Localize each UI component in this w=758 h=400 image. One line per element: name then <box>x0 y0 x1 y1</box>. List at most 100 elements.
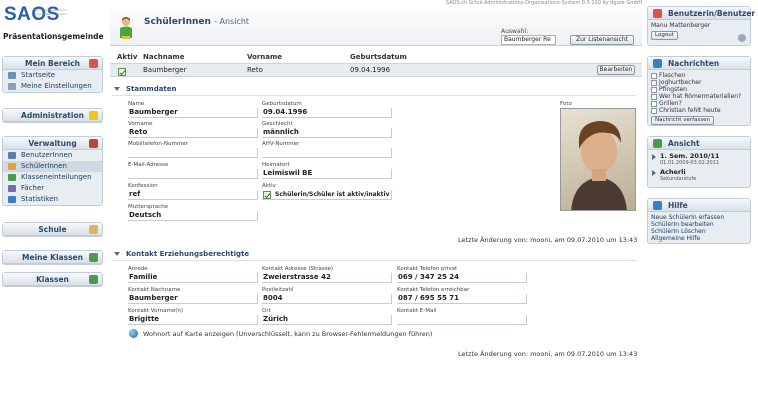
logout-button[interactable]: Logout <box>651 31 678 40</box>
field-mobil: Mobiltelefon-Nummer <box>128 141 258 158</box>
settings-icon <box>8 83 16 90</box>
nachrichten-header: Nachrichten <box>648 57 750 70</box>
field-aktiv: Aktiv Schülerin/Schüler ist aktiv/inakti… <box>262 183 392 200</box>
main-content: SAOS.ch Schul-Administrations-Organisati… <box>110 0 642 400</box>
user-box: Benutzerin/Benutzer Manu Mattenberger Lo… <box>647 6 755 46</box>
page-title-main: SchülerInnen <box>144 17 211 27</box>
nav-mein-bereich: Mein Bereich Startseite Meine Einstellun… <box>2 56 103 93</box>
nav-item-klasseneinteilungen[interactable]: Klasseneinteilungen <box>3 172 102 183</box>
nav-item-faecher[interactable]: Fächer <box>3 183 102 194</box>
message-item[interactable]: Joghurtbecher <box>648 79 750 86</box>
nav-item-meine-einstellungen[interactable]: Meine Einstellungen <box>3 81 102 92</box>
field-value <box>128 148 258 158</box>
school-icon <box>89 225 98 234</box>
message-item[interactable]: Flaschen <box>648 72 750 79</box>
help-link[interactable]: SchülerIn bearbeiten <box>648 221 750 228</box>
field-value: ref <box>128 190 258 200</box>
nav-item-label: Meine Einstellungen <box>21 82 92 90</box>
nav-item-label: Klasseneinteilungen <box>21 173 92 181</box>
field-value: Brigitte <box>128 315 258 325</box>
nav-item-benutzerinnen[interactable]: BenutzerInnen <box>3 150 102 161</box>
message-item[interactable]: Pfingsten <box>648 86 750 93</box>
help-link[interactable]: SchülerIn Löschen <box>648 228 750 235</box>
students-icon <box>8 163 16 170</box>
field-anrede: Anrede Familie <box>128 266 258 283</box>
user-box-header: Benutzerin/Benutzer <box>648 7 755 20</box>
cell-vorname: Reto <box>247 66 263 74</box>
listen-button[interactable]: Zur Listenansicht <box>570 35 634 45</box>
field-value: Baumberger <box>128 294 258 304</box>
semester-select[interactable]: 1. Sem. 2010/11 01.01.2009-03.02.2011 <box>648 150 750 166</box>
field-value: 069 / 347 25 24 <box>397 273 527 283</box>
field-label: Kontakt Telefon privat <box>397 266 458 272</box>
field-name: Name Baumberger <box>128 101 258 118</box>
field-label: AHV-Nummer <box>262 141 300 147</box>
section-stammdaten[interactable]: Stammdaten <box>112 84 637 96</box>
field-value <box>262 148 392 158</box>
nav-header-mein-bereich[interactable]: Mein Bereich <box>3 57 102 70</box>
nav-item-startseite[interactable]: Startseite <box>3 70 102 81</box>
help-link[interactable]: Neue SchülerIn erfassen <box>648 214 750 221</box>
field-kontakt-vorname: Kontakt Vorname(n) Brigitte <box>128 308 258 325</box>
nav-header-meine-klassen[interactable]: Meine Klassen <box>3 251 102 264</box>
nav-item-schuelerinnen[interactable]: SchülerInnen <box>3 161 102 172</box>
col-aktiv[interactable]: Aktiv <box>117 53 137 61</box>
field-value: männlich <box>262 128 392 138</box>
message-item[interactable]: Christian fehlt heute <box>648 107 750 114</box>
col-nachname[interactable]: Nachname <box>143 53 184 61</box>
arrow-right-icon <box>652 154 656 160</box>
aktiv-checkbox-row[interactable]: Schülerin/Schüler ist aktiv/inaktiv <box>262 190 392 200</box>
nav-header-schule[interactable]: Schule <box>3 223 102 236</box>
nachrichten-title: Nachrichten <box>668 59 720 68</box>
school-name: Präsentationsgemeinde <box>3 32 104 41</box>
edit-button[interactable]: Bearbeiten <box>597 65 635 75</box>
photo-label: Foto <box>560 101 572 107</box>
ansicht-title: Ansicht <box>668 139 700 148</box>
section-title: Stammdaten <box>126 85 177 93</box>
nav-item-label: Statistiken <box>21 195 59 203</box>
map-link[interactable]: Wohnort auf Karte anzeigen (Unverschlüss… <box>143 330 432 338</box>
field-tel-privat: Kontakt Telefon privat 069 / 347 25 24 <box>397 266 527 283</box>
nav-header-verwaltung[interactable]: Verwaltung <box>3 137 102 150</box>
nav-item-label: Fächer <box>21 184 45 192</box>
warning-icon <box>89 111 98 120</box>
message-item[interactable]: Wer hat Römermaterialien? <box>648 93 750 100</box>
hilfe-header: Hilfe <box>648 199 750 212</box>
field-label: Heimatort <box>262 162 290 168</box>
field-label: Geschlecht <box>262 121 293 127</box>
field-tel-erreichbar: Kontakt Telefon erreichbar 087 / 695 55 … <box>397 287 527 304</box>
arrow-right-icon <box>652 170 656 176</box>
nav-verwaltung: Verwaltung BenutzerInnen SchülerInnen Kl… <box>2 136 103 206</box>
table-row[interactable]: Baumberger Reto 09.04.1996 Bearbeiten <box>110 63 642 77</box>
school-select[interactable]: Acherli Sekundarstufe <box>648 166 750 182</box>
group-icon <box>89 275 98 284</box>
field-label: Kontakt E-Mail <box>397 308 437 314</box>
message-item[interactable]: Grillen? <box>648 100 750 107</box>
nav-header-administration[interactable]: Administration <box>3 109 102 122</box>
col-vorname[interactable]: Vorname <box>247 53 282 61</box>
globe-icon[interactable] <box>129 329 138 338</box>
field-label: E-Mail-Adresse <box>128 162 169 168</box>
left-sidebar: SAOS Schul-Administrations-Organisations… <box>0 0 106 400</box>
school-label: Acherli <box>660 168 686 176</box>
nav-header-label: Mein Bereich <box>24 59 81 68</box>
field-label: Kontakt Telefon erreichbar <box>397 287 470 293</box>
student-photo <box>560 108 636 211</box>
col-geburtsdatum[interactable]: Geburtsdatum <box>350 53 407 61</box>
classes-icon <box>8 174 16 181</box>
field-value: 087 / 695 55 71 <box>397 294 527 304</box>
compose-message-button[interactable]: Nachricht verfassen <box>651 116 715 125</box>
section-kontakt[interactable]: Kontakt Erziehungsberechtigte <box>112 249 637 261</box>
nav-header-klassen[interactable]: Klassen <box>3 273 102 286</box>
help-link[interactable]: Allgemeine Hilfe <box>648 235 750 242</box>
page-title: SchülerInnen - Ansicht <box>144 17 249 27</box>
hilfe-box: Hilfe Neue SchülerIn erfassen SchülerIn … <box>647 198 751 244</box>
field-konfession: Konfession ref <box>128 183 258 200</box>
auswahl-select[interactable]: Baumberger Re <box>501 35 556 45</box>
nav-header-label: Verwaltung <box>28 139 77 148</box>
chart-icon <box>8 196 16 203</box>
page-title-sub: - Ansicht <box>214 17 250 26</box>
semester-label: 1. Sem. 2010/11 <box>660 152 720 160</box>
field-label: Muttersprache <box>128 204 169 210</box>
nav-item-statistiken[interactable]: Statistiken <box>3 194 102 205</box>
